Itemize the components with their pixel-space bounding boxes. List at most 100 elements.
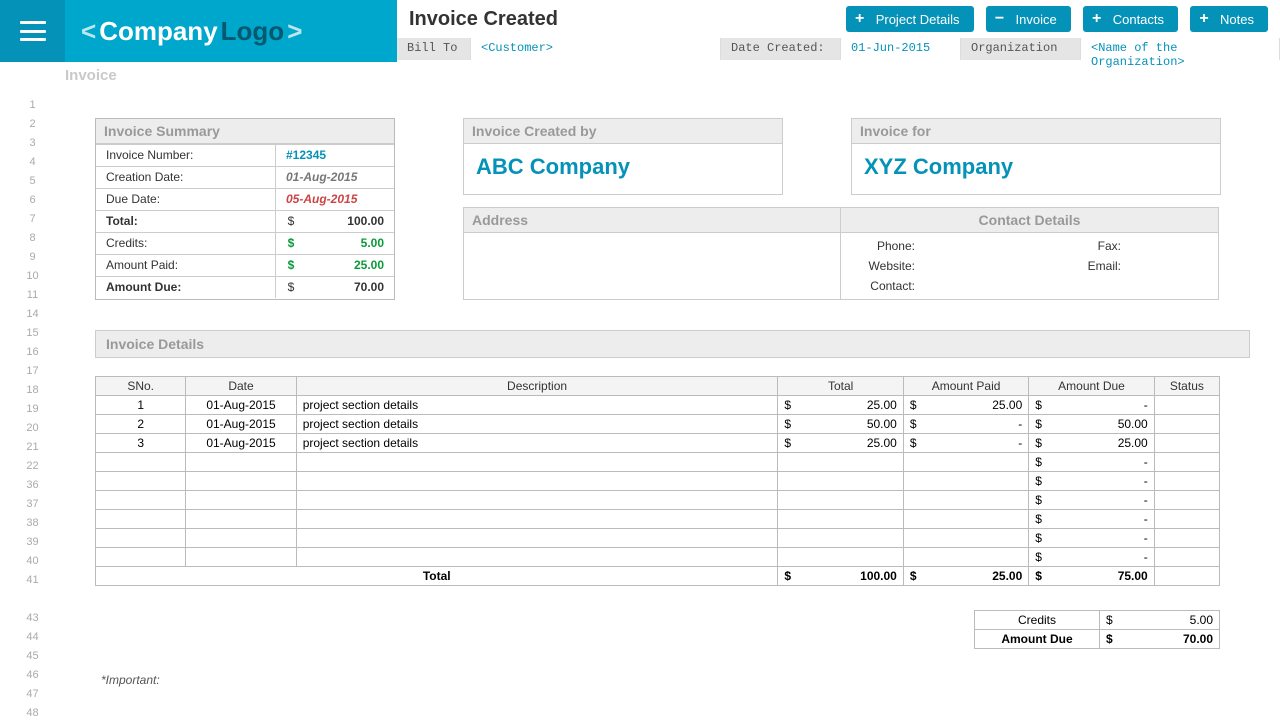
cell-desc: project section details (296, 415, 778, 434)
address-body (464, 233, 840, 299)
table-row: 101-Aug-2015project section details$25.0… (96, 396, 1220, 415)
total-value: 100.00 (306, 211, 394, 232)
money-cell: $- (903, 434, 1028, 453)
money-cell: $50.00 (1029, 415, 1154, 434)
date-created-label: Date Created: (721, 38, 841, 60)
recap-credits-label: Credits (975, 611, 1100, 630)
cell-date: 01-Aug-2015 (186, 396, 296, 415)
currency-symbol: $ (276, 233, 306, 254)
contacts-label: Contacts (1113, 12, 1164, 27)
phone-label: Phone: (849, 239, 915, 253)
cell-desc: project section details (296, 396, 778, 415)
contact-details-box: Contact Details Phone: Fax: Website: Email… (841, 207, 1219, 300)
amount-paid-label: Amount Paid: (96, 255, 276, 276)
logo-bracket-close: > (287, 16, 302, 47)
hamburger-menu-button[interactable] (0, 0, 65, 62)
table-total-row: Total$100.00$25.00$75.00 (96, 567, 1220, 586)
fax-label: Fax: (1071, 239, 1121, 253)
money-cell: $25.00 (903, 567, 1028, 586)
money-cell: $25.00 (778, 396, 903, 415)
recap-credits-value: $5.00 (1100, 611, 1220, 630)
invoice-for-header: Invoice for (852, 119, 1220, 144)
cell-sno: 2 (96, 415, 186, 434)
table-row-empty: $- (96, 491, 1220, 510)
amount-due-label: Amount Due: (96, 277, 276, 298)
invoice-summary-header: Invoice Summary (96, 119, 394, 144)
money-cell: $100.00 (778, 567, 903, 586)
invoice-number-label: Invoice Number: (96, 145, 276, 166)
due-date-value: 05-Aug-2015 (276, 189, 394, 210)
organization-value[interactable]: <Name of the Organization> (1081, 38, 1280, 60)
col-desc: Description (296, 377, 778, 396)
money-cell: $- (1029, 510, 1154, 529)
invoice-button[interactable]: − Invoice (986, 6, 1071, 32)
money-cell: $- (1029, 548, 1154, 567)
col-sno: SNo. (96, 377, 186, 396)
bill-to-value[interactable]: <Customer> (471, 38, 721, 60)
col-date: Date (186, 377, 296, 396)
money-cell: $- (1029, 529, 1154, 548)
project-details-label: Project Details (876, 12, 960, 27)
invoice-label: Invoice (1016, 12, 1057, 27)
cell-sno: 1 (96, 396, 186, 415)
organization-label: Organization (961, 38, 1081, 60)
contact-label: Contact: (849, 279, 915, 293)
notes-button[interactable]: + Notes (1190, 6, 1268, 32)
amount-due-value: 70.00 (306, 277, 394, 298)
credits-value: 5.00 (306, 233, 394, 254)
invoice-summary-box: Invoice Summary Invoice Number: #12345 C… (95, 118, 395, 300)
website-label: Website: (849, 259, 915, 273)
table-row-empty: $- (96, 529, 1220, 548)
money-cell: $- (1029, 491, 1154, 510)
project-details-button[interactable]: + Project Details (846, 6, 974, 32)
important-note-label: *Important: (95, 673, 1250, 687)
money-cell: $- (903, 415, 1028, 434)
money-cell: $25.00 (903, 396, 1028, 415)
money-cell: $75.00 (1029, 567, 1154, 586)
money-cell: $- (1029, 472, 1154, 491)
cell-date: 01-Aug-2015 (186, 434, 296, 453)
invoice-details-header: Invoice Details (95, 330, 1250, 358)
company-logo: < Company Logo > (65, 0, 397, 62)
invoice-details-table: SNo. Date Description Total Amount Paid … (95, 376, 1220, 586)
currency-symbol: $ (276, 211, 306, 232)
cell-date: 01-Aug-2015 (186, 415, 296, 434)
col-due: Amount Due (1029, 377, 1154, 396)
meta-info-bar: Bill To <Customer> Date Created: 01-Jun-… (397, 38, 1280, 60)
amount-paid-value: 25.00 (306, 255, 394, 276)
contacts-button[interactable]: + Contacts (1083, 6, 1178, 32)
money-cell: $- (1029, 453, 1154, 472)
plus-icon: + (1198, 11, 1210, 27)
row-number-gutter: 1234567891011141516171819202122363738394… (0, 90, 65, 720)
email-label: Email: (1071, 259, 1121, 273)
cell-status (1154, 434, 1219, 453)
money-cell: $50.00 (778, 415, 903, 434)
total-label: Total: (96, 211, 276, 232)
col-status: Status (1154, 377, 1219, 396)
plus-icon: + (1091, 11, 1103, 27)
contact-details-header: Contact Details (841, 208, 1218, 233)
minus-icon: − (994, 11, 1006, 27)
cell-sno: 3 (96, 434, 186, 453)
address-box: Address (463, 207, 841, 300)
created-by-header: Invoice Created by (464, 119, 782, 144)
table-header-row: SNo. Date Description Total Amount Paid … (96, 377, 1220, 396)
plus-icon: + (854, 11, 866, 27)
recap-due-value: $70.00 (1100, 630, 1220, 649)
col-paid: Amount Paid (903, 377, 1028, 396)
invoice-for-box: Invoice for XYZ Company (851, 118, 1221, 195)
credits-label: Credits: (96, 233, 276, 254)
recap-due-label: Amount Due (975, 630, 1100, 649)
table-row-empty: $- (96, 510, 1220, 529)
creation-date-label: Creation Date: (96, 167, 276, 188)
date-created-value[interactable]: 01-Jun-2015 (841, 38, 961, 60)
money-cell: $- (1029, 396, 1154, 415)
invoice-for-name: XYZ Company (852, 144, 1220, 194)
currency-symbol: $ (276, 255, 306, 276)
created-by-name: ABC Company (464, 144, 782, 194)
cell-status (1154, 396, 1219, 415)
hamburger-icon (20, 21, 46, 41)
creation-date-value: 01-Aug-2015 (276, 167, 394, 188)
table-row: 301-Aug-2015project section details$25.0… (96, 434, 1220, 453)
table-row-empty: $- (96, 548, 1220, 567)
